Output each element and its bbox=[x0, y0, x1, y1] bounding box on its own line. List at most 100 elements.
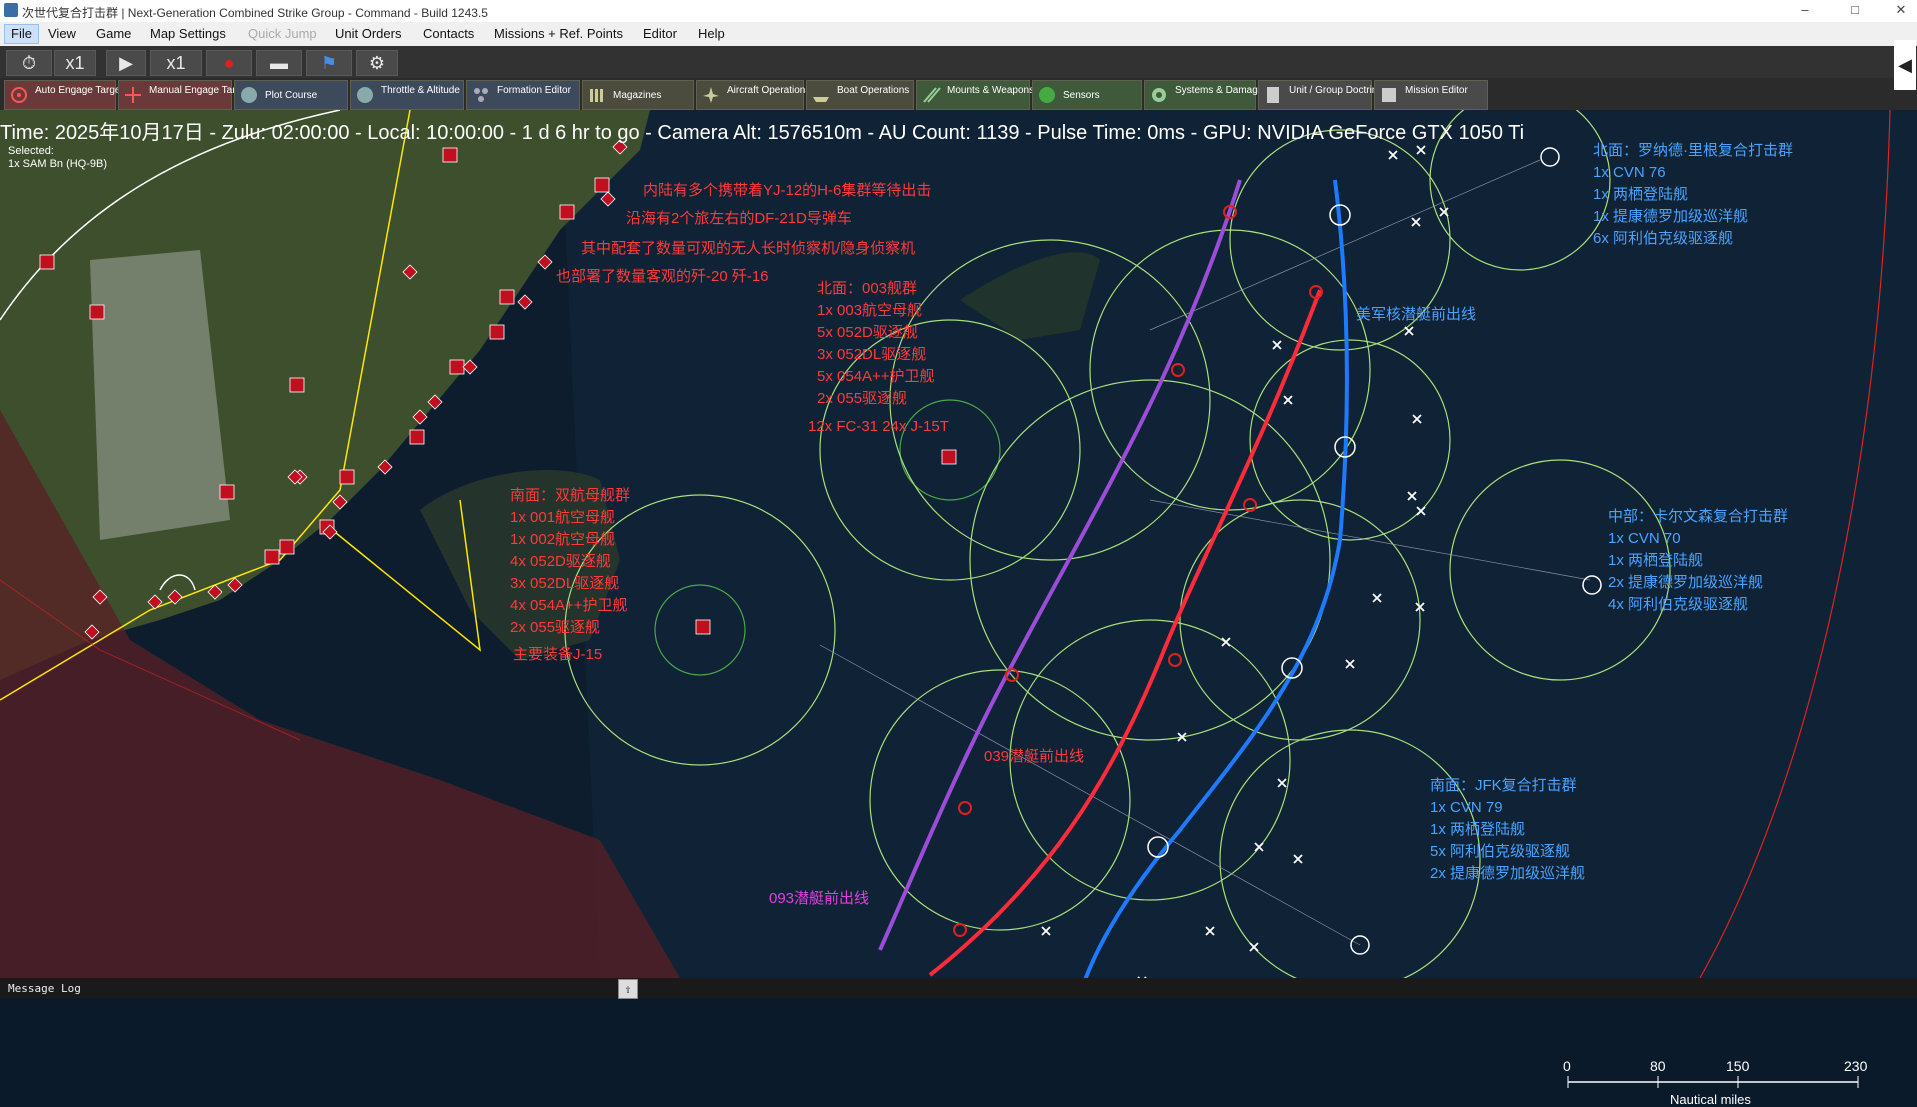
formation-editor-label: Formation Editor bbox=[497, 85, 571, 96]
boat-operations-button[interactable]: Boat Operations bbox=[806, 80, 914, 110]
status-line: Time: 2025年10月17日 - Zulu: 02:00:00 - Loc… bbox=[0, 122, 1525, 144]
menu-editor[interactable]: Editor bbox=[643, 26, 677, 41]
crosshair-icon bbox=[125, 87, 141, 103]
settings-gear-icon[interactable]: ⚙ bbox=[356, 50, 398, 76]
mission-editor-button[interactable]: Mission Editor bbox=[1374, 80, 1488, 110]
us-north-line: 1x 两栖登陆舰 bbox=[1593, 186, 1689, 203]
menu-missions[interactable]: Missions + Ref. Points bbox=[494, 26, 623, 41]
us-north-line: 1x 提康德罗加级巡洋舰 bbox=[1593, 208, 1749, 225]
sensors-label: Sensors bbox=[1063, 90, 1100, 101]
note-sub039: 039潜艇前出线 bbox=[984, 748, 1085, 765]
message-log-bar: Message Log ⇧ bbox=[0, 978, 1917, 999]
expand-log-button[interactable]: ⇧ bbox=[618, 979, 638, 999]
us-south-title: 南面：JFK复合打击群 bbox=[1430, 777, 1577, 794]
us-north-line: 1x CVN 76 bbox=[1593, 164, 1666, 181]
systems-damage-button[interactable]: Systems & Damage bbox=[1144, 80, 1263, 110]
menu-bar: File View Game Map Settings Quick Jump U… bbox=[0, 22, 1917, 46]
aircraft-icon bbox=[703, 87, 719, 103]
window-title: 次世代复合打击群 | Next-Generation Combined Stri… bbox=[22, 6, 488, 20]
ammo-icon bbox=[590, 89, 603, 102]
flag-button[interactable]: ⚑ bbox=[306, 50, 352, 76]
south-group-line: 4x 052D驱逐舰 bbox=[510, 553, 611, 570]
north-group-line: 3x 052DL驱逐舰 bbox=[817, 346, 927, 363]
close-button[interactable]: ✕ bbox=[1886, 2, 1916, 20]
auto-engage-button[interactable]: Auto Engage Target bbox=[4, 80, 123, 110]
scale-unit: Nautical miles bbox=[1670, 1092, 1751, 1107]
minimize-button[interactable]: – bbox=[1790, 2, 1820, 20]
aircraft-operations-label: Aircraft Operations bbox=[727, 85, 811, 96]
auto-engage-label: Auto Engage Target bbox=[35, 85, 124, 96]
selected-label: Selected: bbox=[8, 145, 54, 157]
note-us-north: 北面：罗纳德·里根复合打击群 1x CVN 76 1x 两栖登陆舰 1x 提康德… bbox=[1593, 140, 1793, 250]
us-middle-title: 中部：卡尔文森复合打击群 bbox=[1608, 508, 1789, 525]
north-group-line: 5x 054A++护卫舰 bbox=[817, 368, 935, 385]
south-group-line: 1x 002航空母舰 bbox=[510, 531, 616, 548]
us-middle-line: 2x 提康德罗加级巡洋舰 bbox=[1608, 574, 1764, 591]
plot-course-label: Plot Course bbox=[265, 90, 318, 101]
play-button[interactable]: ▶ bbox=[106, 50, 146, 76]
note-sub093: 093潜艇前出线 bbox=[769, 890, 870, 907]
throttle-icon bbox=[357, 87, 373, 103]
target-icon bbox=[11, 87, 27, 103]
us-south-line: 1x 两栖登陆舰 bbox=[1430, 821, 1526, 838]
doctrine-button[interactable]: Unit / Group Doctrine bbox=[1258, 80, 1383, 110]
scale-tick-2: 150 bbox=[1726, 1058, 1750, 1074]
document-icon bbox=[1267, 87, 1279, 103]
menu-game[interactable]: Game bbox=[96, 26, 131, 41]
mounts-weapons-button[interactable]: Mounts & Weapons bbox=[916, 80, 1034, 110]
mounts-weapons-label: Mounts & Weapons bbox=[947, 85, 1035, 96]
menu-unit-orders[interactable]: Unit Orders bbox=[335, 26, 401, 41]
south-group-line: 4x 054A++护卫舰 bbox=[510, 597, 628, 614]
manual-engage-button[interactable]: Manual Engage Target bbox=[118, 80, 249, 110]
sensors-button[interactable]: Sensors bbox=[1032, 80, 1142, 110]
menu-map-settings[interactable]: Map Settings bbox=[150, 26, 226, 41]
south-group-line: 1x 001航空母舰 bbox=[510, 509, 616, 526]
north-group-title: 北面：003舰群 bbox=[817, 280, 918, 297]
unit-view-button[interactable]: ▬ bbox=[256, 50, 302, 76]
plot-course-button[interactable]: Plot Course bbox=[234, 80, 348, 110]
side-panel-toggle[interactable]: ◀ bbox=[1894, 40, 1916, 90]
note-south-group: 南面：双航母舰群 1x 001航空母舰 1x 002航空母舰 4x 052D驱逐… bbox=[510, 485, 630, 639]
time-compression-2[interactable]: x1 bbox=[150, 50, 202, 76]
doctrine-label: Unit / Group Doctrine bbox=[1289, 85, 1383, 96]
aircraft-operations-button[interactable]: Aircraft Operations bbox=[696, 80, 810, 110]
message-log-label: Message Log bbox=[8, 982, 81, 995]
throttle-altitude-button[interactable]: Throttle & Altitude bbox=[350, 80, 464, 110]
menu-file[interactable]: File bbox=[4, 24, 39, 44]
window-titlebar: 次世代复合打击群 | Next-Generation Combined Stri… bbox=[0, 0, 1917, 23]
record-button[interactable]: ● bbox=[206, 50, 252, 76]
magazines-button[interactable]: Magazines bbox=[582, 80, 694, 110]
compass-icon bbox=[241, 87, 257, 103]
scale-bar: 0 80 150 230 Nautical miles bbox=[1560, 1050, 1870, 1107]
clipboard-icon bbox=[1382, 88, 1396, 102]
note-us-middle: 中部：卡尔文森复合打击群 1x CVN 70 1x 两栖登陆舰 2x 提康德罗加… bbox=[1608, 506, 1788, 616]
us-north-title: 北面：罗纳德·里根复合打击群 bbox=[1593, 142, 1793, 159]
formation-editor-button[interactable]: Formation Editor bbox=[466, 80, 580, 110]
note-inland-bombers: 内陆有多个携带着YJ-12的H-6集群等待出击 bbox=[643, 182, 932, 199]
us-south-line: 2x 提康德罗加级巡洋舰 bbox=[1430, 865, 1586, 882]
clock-button[interactable]: ⏱ bbox=[6, 50, 52, 76]
menu-contacts[interactable]: Contacts bbox=[423, 26, 474, 41]
scale-tick-3: 230 bbox=[1844, 1058, 1868, 1074]
north-group-line: 5x 052D驱逐舰 bbox=[817, 324, 918, 341]
app-icon bbox=[4, 3, 18, 17]
weapons-icon bbox=[923, 87, 941, 103]
command-toolbar: Auto Engage Target Manual Engage Target … bbox=[0, 78, 1917, 110]
us-south-line: 1x CVN 79 bbox=[1430, 799, 1503, 816]
maximize-button[interactable]: □ bbox=[1840, 2, 1870, 20]
menu-view[interactable]: View bbox=[48, 26, 76, 41]
time-compression-1[interactable]: x1 bbox=[54, 50, 96, 76]
note-j20: 也部署了数量客观的歼-20 歼-16 bbox=[556, 268, 769, 285]
radar-icon bbox=[1039, 87, 1055, 103]
note-north-group: 北面：003舰群 1x 003航空母舰 5x 052D驱逐舰 3x 052DL驱… bbox=[817, 278, 935, 410]
mission-editor-label: Mission Editor bbox=[1405, 85, 1468, 96]
menu-quick-jump[interactable]: Quick Jump bbox=[248, 26, 317, 41]
formation-icon bbox=[474, 88, 488, 102]
throttle-altitude-label: Throttle & Altitude bbox=[381, 85, 460, 96]
us-middle-line: 4x 阿利伯克级驱逐舰 bbox=[1608, 596, 1749, 613]
selected-unit-name: 1x SAM Bn (HQ-9B) bbox=[8, 158, 108, 170]
north-group-line: 1x 003航空母舰 bbox=[817, 302, 923, 319]
menu-help[interactable]: Help bbox=[698, 26, 725, 41]
south-group-line: 2x 055驱逐舰 bbox=[510, 619, 601, 636]
us-north-line: 6x 阿利伯克级驱逐舰 bbox=[1593, 230, 1734, 247]
